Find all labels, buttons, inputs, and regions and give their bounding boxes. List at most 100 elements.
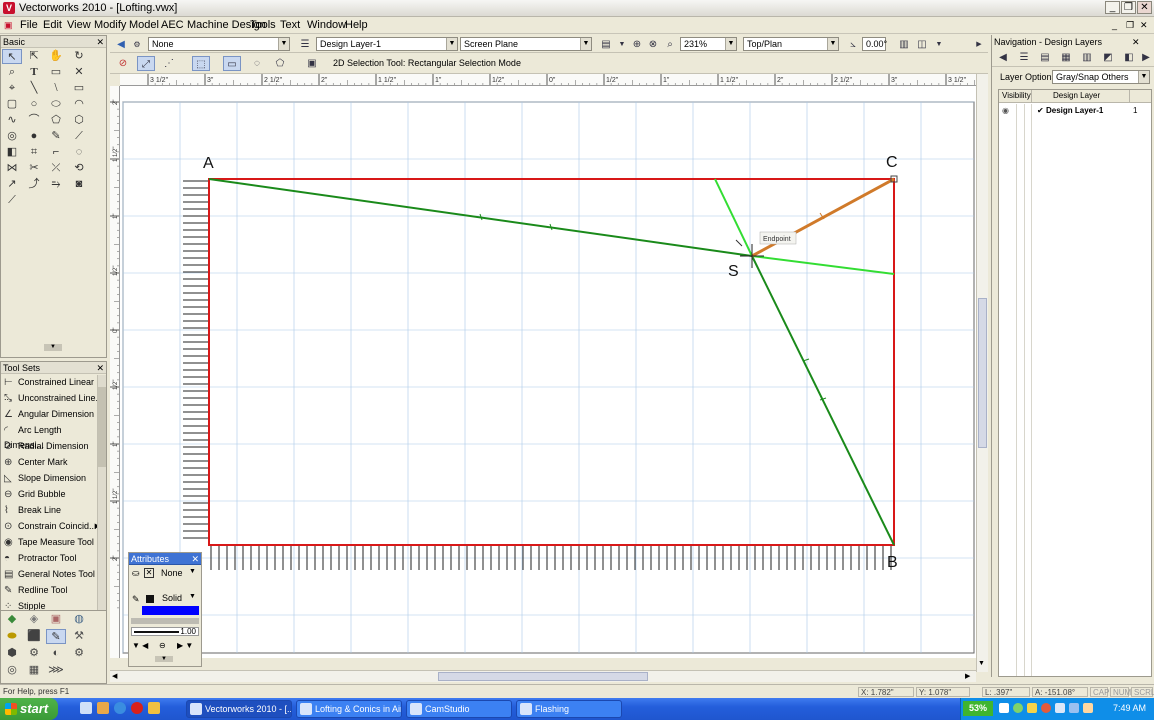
scrollbar-thumb[interactable]	[438, 672, 648, 681]
machine-icon[interactable]: ⚒	[69, 629, 89, 644]
fill-style-value[interactable]: None	[161, 568, 183, 578]
rectangle-select-icon[interactable]: ▭	[223, 56, 241, 71]
basic-set-icon[interactable]: ◆	[2, 612, 22, 627]
pen-style-value[interactable]: Solid	[162, 593, 182, 603]
eye-icon[interactable]: ◉	[1002, 104, 1009, 117]
dims-notes-icon[interactable]: ✎	[46, 629, 66, 644]
chamfer-icon[interactable]: ⥱	[46, 177, 66, 192]
trim-icon[interactable]: ⌗	[24, 145, 44, 160]
doc-minimize-button[interactable]: _	[1112, 20, 1117, 30]
offset-icon[interactable]: ◌	[69, 145, 89, 160]
menu-tools[interactable]: Tools	[250, 19, 276, 31]
chevron-down-icon[interactable]: ▼	[930, 37, 948, 52]
clip-icon[interactable]: ◧	[2, 145, 22, 160]
zoom-icon[interactable]: ⌕	[661, 37, 679, 52]
task-camstudio[interactable]: CamStudio	[406, 700, 512, 718]
layers-icon[interactable]: ☰	[1015, 50, 1033, 65]
fill-swatch[interactable]: ✕	[144, 568, 154, 578]
toolset-item[interactable]: ◓ Protractor Tool	[4, 551, 104, 566]
eyedropper-icon[interactable]: ✎	[46, 129, 66, 144]
task-lofting[interactable]: Lofting & Conics in Air...	[296, 700, 402, 718]
design-layer-header[interactable]: Design Layer	[1053, 90, 1100, 102]
cams-icon[interactable]: ⋙	[46, 663, 66, 678]
spiral-icon[interactable]: ◎	[2, 129, 22, 144]
visualization-icon[interactable]: ⬛	[24, 629, 44, 644]
toolset-item[interactable]: ∠ Angular Dimension	[4, 407, 104, 422]
toolset-item[interactable]: ⌇ Break Line	[4, 503, 104, 518]
quicklaunch-app-icon[interactable]	[148, 702, 160, 714]
quicklaunch-desktop-icon[interactable]	[80, 702, 92, 714]
tray-display-icon[interactable]	[1069, 703, 1079, 713]
task-vectorworks[interactable]: Vectorworks 2010 - [...	[186, 700, 292, 718]
doc-restore-button[interactable]: ❐	[1126, 20, 1134, 31]
view-select[interactable]: Top/Plan ▼	[743, 37, 839, 51]
refs-icon[interactable]: ◧	[1120, 50, 1138, 65]
nav-back-icon[interactable]: ◀	[994, 50, 1012, 65]
fill-bucket-icon[interactable]: ⛀	[132, 568, 140, 579]
layer-row[interactable]: ◉ ✔ Design Layer-1 1	[999, 104, 1151, 117]
close-icon[interactable]: ✕	[96, 362, 104, 374]
pen-icon[interactable]: ✎	[132, 594, 140, 605]
3d-modeling-icon[interactable]: ⬢	[2, 646, 22, 661]
disable-interactive-icon[interactable]: ⊘	[114, 56, 132, 71]
arrowhead-icon[interactable]: ⊖	[159, 641, 166, 650]
tray-security-icon[interactable]	[1013, 703, 1023, 713]
quicklaunch-ie-icon[interactable]	[114, 702, 126, 714]
pan-hand-icon[interactable]: ✋	[46, 49, 66, 64]
lasso-mode-icon[interactable]: ⬚	[192, 56, 210, 71]
gears-icon[interactable]: ⚙	[69, 646, 89, 661]
menu-help[interactable]: Help	[345, 19, 368, 31]
reshape-icon[interactable]: ⟋	[2, 193, 22, 208]
drawing-hscrollbar[interactable]: ◀ ▶	[110, 670, 976, 682]
rounded-rect-icon[interactable]: ▢	[2, 97, 22, 112]
tray-network-icon[interactable]	[999, 703, 1009, 713]
site-planning-icon[interactable]: ◍	[69, 612, 89, 627]
toolset-item[interactable]: ⊕ Center Mark	[4, 455, 104, 470]
menu-modify[interactable]: Modify	[94, 19, 126, 31]
fillet-icon[interactable]: ⌐	[46, 145, 66, 160]
toolset-item[interactable]: ⤡ Unconstrained Line...	[4, 391, 104, 406]
toolset-item[interactable]: ⊖ Grid Bubble	[4, 487, 104, 502]
rotate-icon[interactable]: ⟲	[69, 161, 89, 176]
line-weight-field[interactable]: 1.00	[131, 627, 199, 636]
flyover-icon[interactable]: ↻	[69, 49, 89, 64]
ruler-horizontal[interactable]: 3 1/2" 3" 2 1/2" 2" 1 1/2" 1" 1/2" 0" 1/2" 1" 1 1/…	[120, 74, 976, 86]
plane-select[interactable]: Screen Plane ▼	[460, 37, 592, 51]
rectangular-mode-icon[interactable]: ⤢	[137, 56, 155, 71]
classes-icon[interactable]: ▦	[1057, 50, 1075, 65]
oval-tool-icon[interactable]: ⬭	[46, 97, 66, 112]
close-icon[interactable]: ✕	[191, 553, 199, 565]
polygon-select-icon[interactable]: ⬠	[271, 56, 289, 71]
minimize-button[interactable]: _	[1105, 1, 1120, 14]
menu-window[interactable]: Window	[307, 19, 346, 31]
polygon-icon[interactable]: ⬠	[46, 113, 66, 128]
polyline-icon[interactable]: ⌒	[24, 113, 44, 128]
menu-edit[interactable]: Edit	[43, 19, 62, 31]
chevron-down-icon[interactable]: ▼	[189, 568, 196, 575]
pen-swatch[interactable]	[146, 595, 154, 603]
close-icon[interactable]: ✕	[1132, 37, 1140, 48]
locus-icon[interactable]: ⌖	[2, 81, 22, 96]
toolset-item[interactable]: ⊢ Constrained Linear ...	[4, 375, 104, 402]
scrollbar-thumb[interactable]	[978, 298, 987, 448]
chevron-right-icon[interactable]: ▶	[970, 37, 988, 52]
tray-volume-icon[interactable]	[1055, 703, 1065, 713]
task-flashing[interactable]: Flashing	[516, 700, 622, 718]
2d-reshape-icon[interactable]: ⇱	[24, 49, 44, 64]
freehand-icon[interactable]: ∿	[2, 113, 22, 128]
sphere-icon[interactable]: ●	[24, 129, 44, 144]
chevron-right-icon[interactable]: ▶	[965, 672, 970, 680]
rectangle-tool-icon[interactable]: ▭	[69, 81, 89, 96]
quicklaunch-opera-icon[interactable]	[131, 702, 143, 714]
arrowhead-start-icon[interactable]: ▼ ◀	[132, 641, 148, 650]
render-mode-icon[interactable]: ▥	[895, 37, 913, 52]
visibility-icon[interactable]: ◙	[69, 177, 89, 192]
springs-icon[interactable]: ◎	[2, 663, 22, 678]
tray-app-icon[interactable]	[1027, 703, 1037, 713]
ruler-vertical[interactable]: 2" 1 1/2" 1" 1/2" 0" 1/2" 1" 1 1/2" 2"	[110, 86, 120, 658]
toolset-item[interactable]: ⊙Constrain Coincid...▶	[4, 519, 104, 534]
opacity-bar[interactable]	[131, 618, 199, 624]
zoom-icon[interactable]: ⌕	[2, 65, 22, 80]
dimension-icon[interactable]: ✕	[69, 65, 89, 80]
zoom-out-icon[interactable]: ⊗	[644, 37, 662, 52]
